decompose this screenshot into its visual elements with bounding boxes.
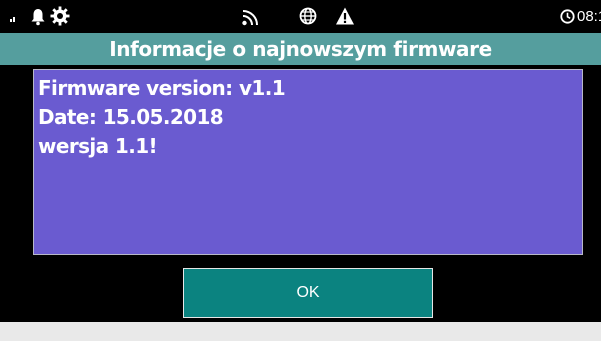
wifi-icon [242,10,258,26]
clock: 08:13 [560,8,601,25]
firmware-description-text: wersja 1.1! [38,134,158,158]
bell-icon[interactable] [30,8,46,26]
clock-time: 08:13 [577,8,601,25]
firmware-info-box: Firmware version: v1.1 Date: 15.05.2018 … [33,69,583,255]
warning-icon[interactable] [335,6,355,26]
clock-icon [560,9,575,24]
firmware-date-text: Date: 15.05.2018 [38,105,224,129]
status-bar: 08:13 [0,0,601,33]
signal-icon [10,17,15,22]
firmware-version-text: Firmware version: v1.1 [38,76,286,100]
ok-button[interactable]: OK [183,268,433,318]
bottom-strip [0,322,601,341]
gear-icon[interactable] [50,6,70,26]
dialog-title: Informacje o najnowszym firmware [0,33,601,65]
globe-icon [299,7,317,25]
